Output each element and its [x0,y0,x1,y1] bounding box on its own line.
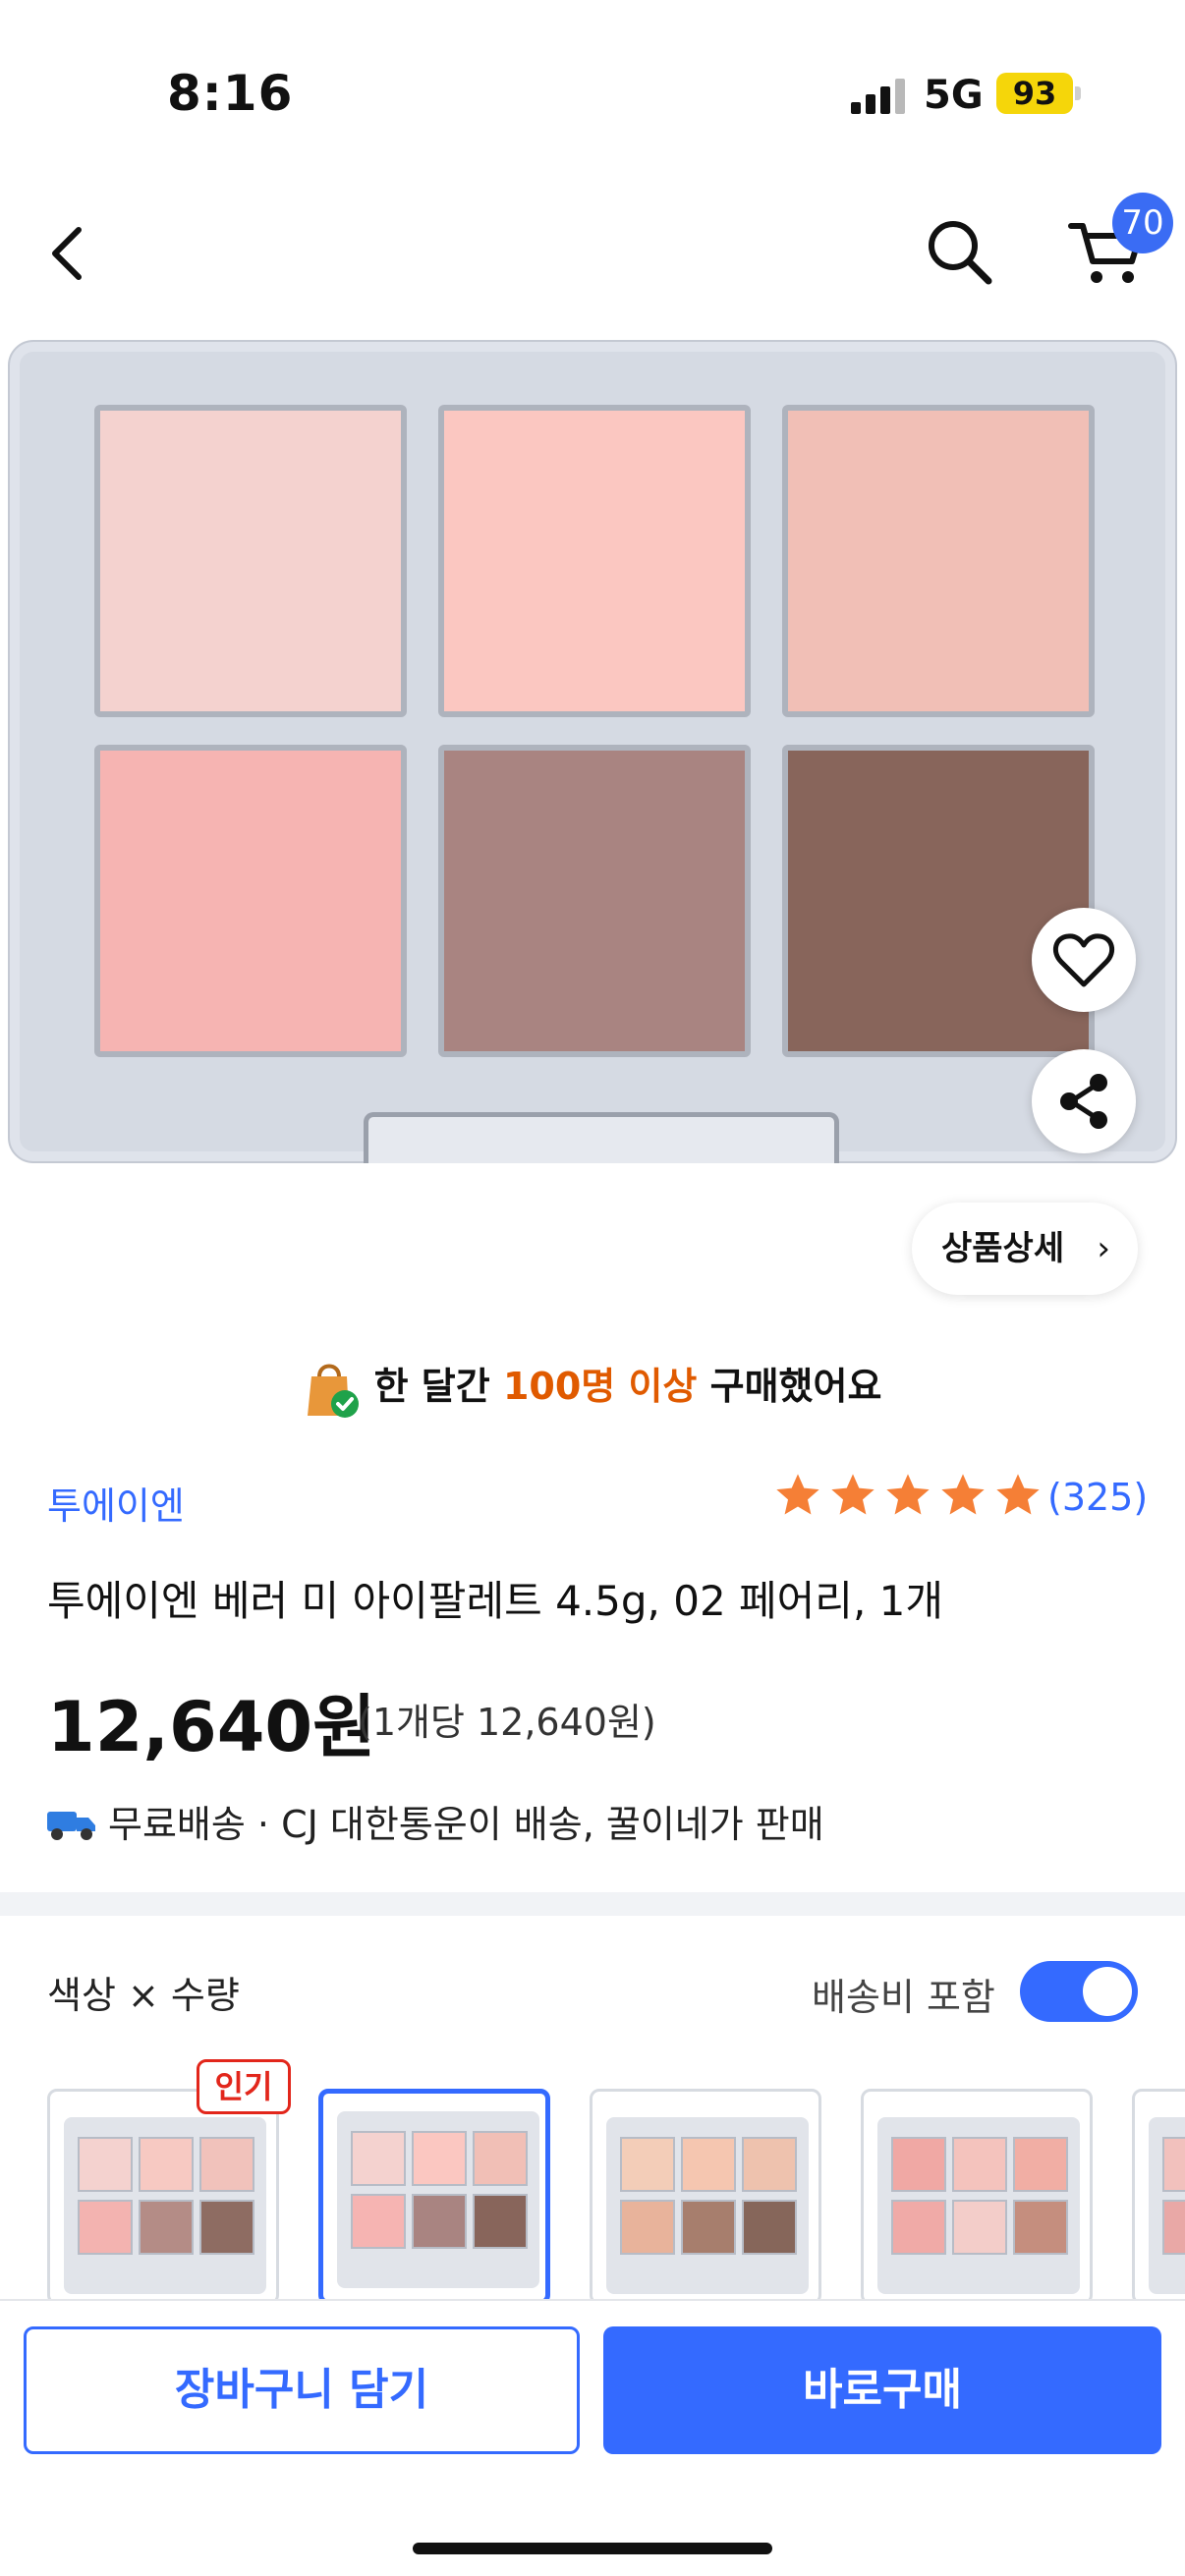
brand-link[interactable]: 투에이엔 [47,1476,185,1530]
shadow-pan [94,405,407,717]
add-to-cart-button[interactable]: 장바구니 담기 [24,2326,580,2454]
bottom-action-bar: 장바구니 담기 바로구매 [0,2299,1185,2576]
rating-stars[interactable] [772,1470,1047,1525]
toggle-knob [1083,1967,1132,2016]
cart-count-badge: 70 [1112,193,1173,253]
shipping-info: 무료배송 · CJ 대한통운이 배송, 꿀이네가 판매 [47,1794,824,1848]
star-icon [831,1474,875,1515]
share-icon [1060,1074,1107,1129]
purchase-count-highlight: 100명 이상 [502,1365,698,1408]
product-title: 투에이엔 베러 미 아이팔레트 4.5g, 02 페어리, 1개 [47,1577,944,1625]
signal-icon [851,79,906,114]
shadow-pan [438,405,751,717]
popular-badge: 인기 [197,2059,291,2114]
star-icon [776,1474,819,1515]
star-icon [941,1474,985,1515]
shadow-pan [438,745,751,1057]
shadow-pan [94,745,407,1057]
search-button[interactable] [924,216,994,287]
color-option-thumb[interactable] [1132,2089,1185,2305]
purchase-count-suffix: 구매했어요 [697,1365,882,1408]
status-time: 8:16 [167,65,294,122]
search-icon [929,221,992,285]
delivery-truck-icon [47,1807,96,1840]
purchase-count-banner: 한 달간 100명 이상 구매했어요 [0,1356,1185,1420]
color-option-thumb-selected[interactable] [318,2089,550,2305]
color-option-thumb[interactable] [590,2089,821,2305]
chevron-left-icon [52,227,82,280]
battery-tip [1075,86,1081,100]
shopping-bag-icon [304,1359,359,1420]
product-image[interactable] [0,334,1185,1179]
star-icon [996,1474,1040,1515]
back-button[interactable] [39,218,98,289]
star-icon [886,1474,930,1515]
status-bar: 8:16 5G 93 [0,0,1185,187]
color-option-list [0,2059,1185,2305]
palette-compact [8,340,1177,1163]
product-detail-button[interactable]: 상품상세 › [912,1203,1138,1295]
shipping-included-label: 배송비 포함 [812,1976,995,2019]
option-title: 색상 × 수량 [47,1974,240,2017]
review-count[interactable]: (325) [1047,1476,1148,1519]
heart-icon [1052,933,1115,987]
product-price: 12,640원 [47,1687,376,1767]
battery-icon: 93 [996,73,1073,114]
shipping-included-toggle[interactable] [1020,1961,1138,2022]
palette-hinge [364,1112,839,1163]
product-detail-label: 상품상세 [941,1229,1065,1268]
share-button[interactable] [1032,1049,1136,1153]
section-divider [0,1892,1185,1916]
unit-price: (1개당 12,640원) [358,1701,656,1744]
shadow-pan [782,405,1095,717]
color-option-thumb[interactable] [861,2089,1093,2305]
purchase-count-prefix: 한 달간 [373,1365,503,1408]
wishlist-button[interactable] [1032,908,1136,1012]
chevron-right-icon: › [1097,1229,1110,1268]
home-indicator [413,2543,772,2554]
color-option-thumb[interactable] [47,2089,279,2305]
shipping-text: 무료배송 · CJ 대한통운이 배송, 꿀이네가 판매 [108,1803,824,1846]
network-label: 5G [924,73,984,118]
buy-now-button[interactable]: 바로구매 [603,2326,1161,2454]
